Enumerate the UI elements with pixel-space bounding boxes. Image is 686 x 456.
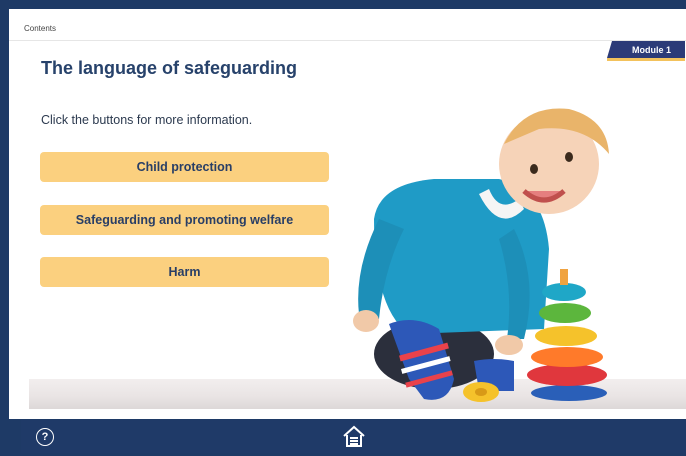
help-button[interactable]: ?	[36, 428, 54, 446]
module-tab: Module 1	[607, 41, 685, 58]
instructions-text: Click the buttons for more information.	[41, 113, 253, 127]
top-bar	[9, 9, 686, 20]
contents-bar: Contents	[9, 20, 686, 41]
safeguarding-welfare-button[interactable]: Safeguarding and promoting welfare	[40, 205, 329, 235]
harm-button[interactable]: Harm	[40, 257, 329, 287]
page-title: The language of safeguarding	[41, 58, 298, 78]
child-protection-button[interactable]: Child protection	[40, 152, 329, 182]
home-icon[interactable]	[341, 424, 367, 448]
module-underline	[607, 58, 685, 61]
baby-with-stacking-rings-image	[353, 108, 609, 402]
footer-bar: ?	[21, 420, 686, 453]
contents-link[interactable]: Contents	[24, 24, 56, 33]
question-circle-icon: ?	[41, 431, 49, 443]
course-frame: Contents Module 1 The language of safegu…	[9, 9, 686, 419]
